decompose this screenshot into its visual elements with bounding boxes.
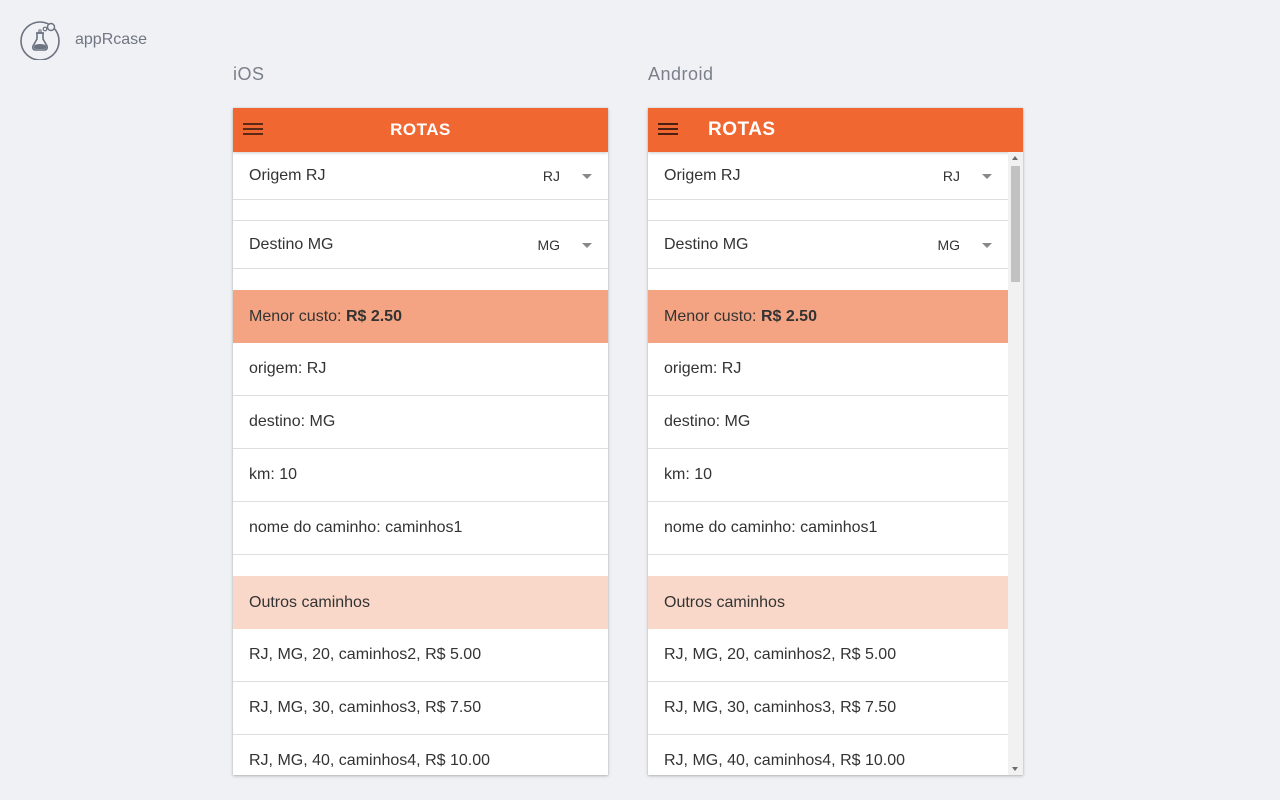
destination-select[interactable]: Destino MG MG <box>648 221 1008 269</box>
destination-value: MG <box>537 236 560 253</box>
best-route-header: Menor custo: R$ 2.50 <box>233 290 608 343</box>
list-item: km: 10 <box>648 449 1008 502</box>
destination-value: MG <box>937 236 960 253</box>
list-item: destino: MG <box>233 396 608 449</box>
scrollbar[interactable] <box>1008 152 1023 775</box>
list-item: RJ, MG, 20, caminhos2, R$ 5.00 <box>233 629 608 682</box>
divider <box>648 269 1008 290</box>
list-item: origem: RJ <box>648 343 1008 396</box>
best-route-header-label: Menor custo: <box>664 307 761 325</box>
menu-icon[interactable] <box>658 120 678 140</box>
destination-select[interactable]: Destino MG MG <box>233 221 608 269</box>
dropdown-caret-icon <box>582 243 592 248</box>
platform-label-android: Android <box>648 64 714 84</box>
dropdown-caret-icon <box>582 174 592 179</box>
destination-label: Destino MG <box>249 235 334 253</box>
list-item: origem: RJ <box>233 343 608 396</box>
best-route-header: Menor custo: R$ 2.50 <box>648 290 1008 343</box>
app-name: appRcase <box>75 31 148 48</box>
origin-value: RJ <box>942 167 960 184</box>
content: Origem RJ RJ Destino MG MG Menor custo: … <box>233 152 608 775</box>
list-item: RJ, MG, 40, caminhos4, R$ 10.00 <box>648 735 1008 775</box>
content: Origem RJ RJ Destino MG MG Menor custo: … <box>648 152 1008 775</box>
list-item: nome do caminho: caminhos1 <box>648 502 1008 555</box>
phone-preview-ios: ROTAS Origem RJ RJ Destino MG MG Menor c… <box>233 108 608 775</box>
dropdown-caret-icon <box>982 243 992 248</box>
list-item: destino: MG <box>648 396 1008 449</box>
flask-icon <box>20 20 60 60</box>
toolbar: ROTAS <box>233 108 608 152</box>
origin-select[interactable]: Origem RJ RJ <box>233 152 608 200</box>
origin-label: Origem RJ <box>249 166 326 184</box>
list-item: RJ, MG, 30, caminhos3, R$ 7.50 <box>233 682 608 735</box>
best-route-header-label: Menor custo: <box>249 307 346 325</box>
dropdown-caret-icon <box>982 174 992 179</box>
origin-value: RJ <box>542 167 560 184</box>
best-route-cost: R$ 2.50 <box>345 307 402 325</box>
list-item: RJ, MG, 20, caminhos2, R$ 5.00 <box>648 629 1008 682</box>
platform-label-ios: iOS <box>233 64 265 84</box>
page-title: ROTAS <box>390 120 451 139</box>
scroll-thumb[interactable] <box>1011 166 1020 282</box>
divider <box>648 555 1008 576</box>
divider <box>648 200 1008 221</box>
divider <box>233 200 608 221</box>
list-item: nome do caminho: caminhos1 <box>233 502 608 555</box>
scroll-up-arrow-icon[interactable] <box>1012 156 1018 160</box>
phone-preview-android: ROTAS Origem RJ RJ Destino MG MG Menor c… <box>648 108 1023 775</box>
other-routes-header: Outros caminhos <box>648 576 1008 629</box>
list-item: km: 10 <box>233 449 608 502</box>
list-item: RJ, MG, 40, caminhos4, R$ 10.00 <box>233 735 608 775</box>
divider <box>233 269 608 290</box>
list-item: RJ, MG, 30, caminhos3, R$ 7.50 <box>648 682 1008 735</box>
toolbar: ROTAS <box>648 108 1023 152</box>
origin-label: Origem RJ <box>664 166 741 184</box>
other-routes-header: Outros caminhos <box>233 576 608 629</box>
divider <box>233 555 608 576</box>
best-route-cost: R$ 2.50 <box>760 307 817 325</box>
origin-select[interactable]: Origem RJ RJ <box>648 152 1008 200</box>
destination-label: Destino MG <box>664 235 749 253</box>
page-title: ROTAS <box>708 119 776 140</box>
scroll-down-arrow-icon[interactable] <box>1012 767 1018 771</box>
